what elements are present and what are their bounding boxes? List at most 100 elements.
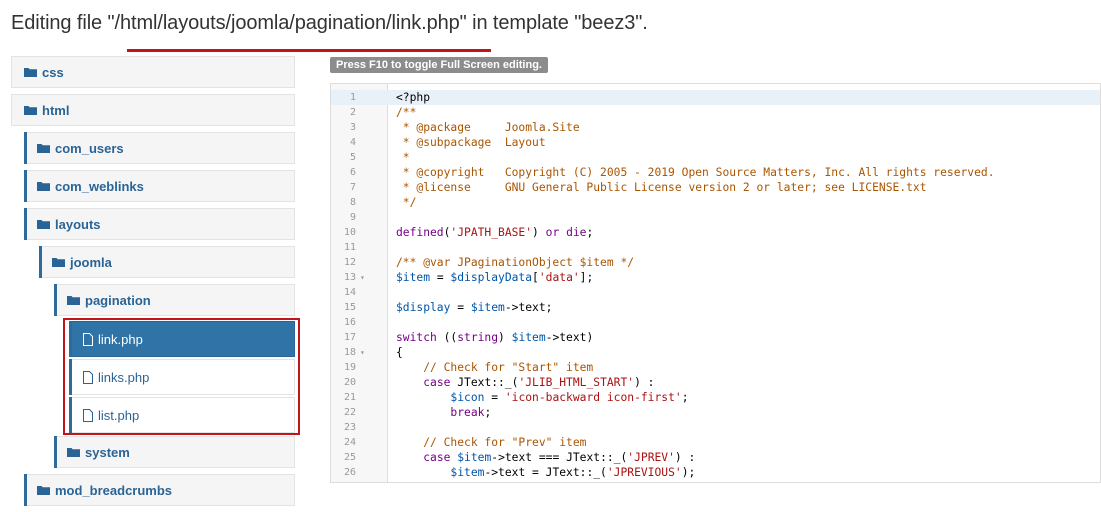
tree-folder-label: mod_breadcrumbs [55, 482, 173, 498]
line-number: 3 [349, 122, 356, 133]
code-text: * @subpackage Layout [396, 136, 546, 149]
code-line[interactable]: 2 /** [331, 105, 1100, 120]
code-text: { [396, 346, 403, 359]
tree-folder-label: system [85, 444, 130, 460]
tree-folder-layouts[interactable]: layouts [24, 208, 295, 240]
folder-icon [37, 485, 50, 495]
folder-icon [24, 105, 37, 115]
line-number: 24 [343, 437, 356, 448]
tree-folder-joomla[interactable]: joomla [39, 246, 295, 278]
tree-folder-com-users[interactable]: com_users [24, 132, 295, 164]
line-number: 18 [343, 347, 356, 358]
tree-folder-label: pagination [85, 292, 151, 308]
line-number: 4 [349, 137, 356, 148]
code-text: * @package Joomla.Site [396, 121, 580, 134]
tree-folder-label: html [42, 102, 70, 118]
code-line[interactable]: 14 [331, 285, 1100, 300]
code-line[interactable]: 12 /** @var JPaginationObject $item */ [331, 255, 1100, 270]
line-number: 1 [349, 92, 356, 103]
tree-folder-css[interactable]: css [11, 56, 295, 88]
code-text: * [396, 151, 410, 164]
line-number: 13 [343, 272, 356, 283]
tree-folder-com-weblinks[interactable]: com_weblinks [24, 170, 295, 202]
tree-folder-mod-breadcrumbs[interactable]: mod_breadcrumbs [24, 474, 295, 506]
line-number: 15 [343, 302, 356, 313]
code-line[interactable]: 15 $display = $item->text; [331, 300, 1100, 315]
code-text: $icon = 'icon-backward icon-first'; [450, 391, 689, 404]
tree-folder-label: layouts [55, 216, 101, 232]
line-number: 17 [343, 332, 356, 343]
code-line[interactable]: 24 // Check for "Prev" item [331, 435, 1100, 450]
code-text: break; [450, 406, 492, 419]
line-number: 14 [343, 287, 356, 298]
code-text: // Check for "Prev" item [396, 436, 587, 449]
code-lines: 1 <?php 2/** 3 * @package Joomla.Site 4 * @s… [331, 90, 1100, 480]
tree-folder-system[interactable]: system [54, 436, 295, 468]
code-line[interactable]: 16 [331, 315, 1100, 330]
code-line[interactable]: 1 <?php [331, 90, 1100, 105]
folder-icon [37, 219, 50, 229]
code-text: $display = $item->text; [396, 301, 553, 314]
code-line[interactable]: 19 // Check for "Start" item [331, 360, 1100, 375]
folder-icon [67, 447, 80, 457]
code-line[interactable]: 17 switch ((string) $item->text) [331, 330, 1100, 345]
line-number: 20 [343, 377, 356, 388]
code-line[interactable]: 11 [331, 240, 1100, 255]
tree-folder-html[interactable]: html [11, 94, 295, 126]
code-line[interactable]: 3 * @package Joomla.Site [331, 120, 1100, 135]
code-text: case JText::_('JLIB_HTML_START') : [423, 376, 655, 389]
code-text: */ [396, 196, 417, 209]
code-line[interactable]: 18 ▾ { [331, 345, 1100, 360]
code-text: * @license GNU General Public License ve… [396, 181, 927, 194]
heading-suffix: " in template "beez3". [459, 12, 648, 34]
line-number: 22 [343, 407, 356, 418]
heading-file-path: /html/layouts/joomla/pagination/link.php [114, 12, 460, 34]
code-editor[interactable]: 1 <?php 2/** 3 * @package Joomla.Site 4 * @s… [330, 83, 1101, 483]
code-text: switch ((string) $item->text) [396, 331, 594, 344]
fullscreen-tip-badge: Press F10 to toggle Full Screen editing. [330, 57, 548, 73]
line-number: 6 [349, 167, 356, 178]
folder-icon [37, 181, 50, 191]
code-line[interactable]: 13 ▾ $item = $displayData['data']; [331, 270, 1100, 285]
code-line[interactable]: 20 case JText::_('JLIB_HTML_START') : [331, 375, 1100, 390]
line-number: 26 [343, 467, 356, 478]
folder-icon [24, 67, 37, 77]
code-line[interactable]: 21 $icon = 'icon-backward icon-first'; [331, 390, 1100, 405]
line-number: 11 [343, 242, 356, 253]
code-text: defined('JPATH_BASE') or die; [396, 226, 594, 239]
code-line[interactable]: 7 * @license GNU General Public License … [331, 180, 1100, 195]
fold-arrow-icon[interactable]: ▾ [360, 345, 365, 360]
line-number: 2 [349, 107, 356, 118]
line-number: 25 [343, 452, 356, 463]
code-line[interactable]: 23 [331, 420, 1100, 435]
code-line[interactable]: 26 $item->text = JText::_('JPREVIOUS'); [331, 465, 1100, 480]
line-number: 5 [349, 152, 356, 163]
code-text: * @copyright Copyright (C) 2005 - 2019 O… [396, 166, 995, 179]
code-text: $item = $displayData['data']; [396, 271, 594, 284]
tree-folder-label: css [42, 64, 64, 80]
line-number: 19 [343, 362, 356, 373]
line-number: 9 [349, 212, 356, 223]
code-line[interactable]: 4 * @subpackage Layout [331, 135, 1100, 150]
code-text: case $item->text === JText::_('JPREV') : [423, 451, 696, 464]
code-text: /** @var JPaginationObject $item */ [396, 256, 635, 269]
code-line[interactable]: 9 [331, 210, 1100, 225]
code-line[interactable]: 5 * [331, 150, 1100, 165]
line-number: 21 [343, 392, 356, 403]
code-text: $item->text = JText::_('JPREVIOUS'); [450, 466, 696, 479]
tree-folder-label: joomla [70, 254, 112, 270]
files-highlight-annotation [63, 318, 300, 435]
tree-folder-label: com_weblinks [55, 178, 144, 194]
code-text: /** [396, 106, 417, 119]
code-line[interactable]: 25 case $item->text === JText::_('JPREV'… [331, 450, 1100, 465]
heading-prefix: Editing file " [11, 12, 115, 34]
folder-icon [52, 257, 65, 267]
code-line[interactable]: 22 break; [331, 405, 1100, 420]
code-line[interactable]: 10 defined('JPATH_BASE') or die; [331, 225, 1100, 240]
fold-arrow-icon[interactable]: ▾ [360, 270, 365, 285]
code-text: <?php [396, 91, 431, 104]
line-number: 16 [343, 317, 356, 328]
code-line[interactable]: 8 */ [331, 195, 1100, 210]
tree-folder-pagination[interactable]: pagination [54, 284, 295, 316]
code-line[interactable]: 6 * @copyright Copyright (C) 2005 - 2019… [331, 165, 1100, 180]
